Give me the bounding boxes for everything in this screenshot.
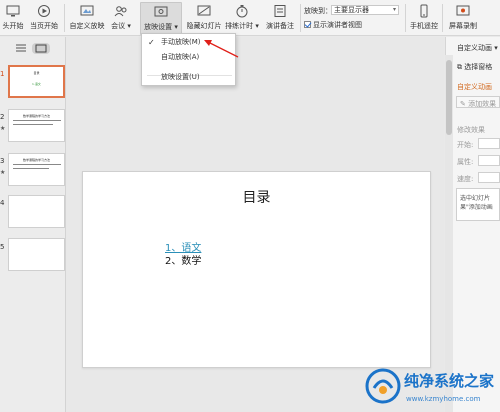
panel-header[interactable]: 自定义动画 ▾ [457,43,498,53]
hide-slide-button[interactable]: 隐藏幻灯片 [184,2,224,35]
slide-thumbnail-1[interactable]: 目录 1.语文 [8,65,65,98]
meeting-icon [114,6,127,17]
chevron-down-icon: ▾ [174,23,178,31]
slide-thumbnail-5[interactable] [8,238,65,271]
ribbon-separator [442,4,443,32]
hide-slide-icon [197,5,211,16]
monitor-icon [6,5,20,17]
ribbon-separator [64,4,65,32]
slide-thumbnail-3[interactable]: 数学课程的学习方法 [8,153,65,186]
phone-icon [420,4,428,18]
select-pane-icon: ⧉ [457,63,462,71]
slideshow-settings-button[interactable]: 放映设置 ▾ [140,2,182,35]
scrollbar-thumb[interactable] [446,60,452,135]
speaker-notes-button[interactable]: 演讲备注 [262,2,298,35]
slide-thumbnail-2[interactable]: 数学课程的学习方法 [8,109,65,142]
chevron-down-icon: ▾ [127,22,131,30]
custom-animation-heading: 自定义动画 [457,83,492,91]
slideshow-settings-icon [154,6,168,17]
watermark: 纯净系统之家 www.kzmyhome.com [360,364,500,412]
chevron-down-icon: ▾ [392,6,396,13]
phone-remote-button[interactable]: 手机遥控 [408,2,440,35]
show-settings-menu-item[interactable]: 放映设置(U) [142,71,235,84]
presenter-view-checkbox[interactable]: 显示演讲者视图 [304,20,362,30]
play-icon [38,5,50,17]
animation-star-icon: ★ [0,169,6,176]
vertical-scrollbar[interactable] [445,55,453,412]
current-slide[interactable]: 目录 1、语文 2、数学 [82,171,431,368]
checkbox-checked-icon [304,21,311,28]
pen-icon: ✎ [460,100,466,108]
ribbon-separator [300,4,301,32]
screen-record-button[interactable]: 屏幕录制 [446,2,480,35]
custom-show-button[interactable]: 自定义放映 [68,2,106,35]
slide-thumbnail-panel: 1 目录 1.语文 2 ★ 数学课程的学习方法 3 ★ 数学课程的学习方法 4 … [0,37,66,412]
slide-title[interactable]: 目录 [83,187,430,207]
chevron-down-icon: ▾ [494,44,498,52]
ribbon-separator [405,4,406,32]
property-select[interactable] [478,155,500,166]
outline-view-icon[interactable] [14,43,28,54]
play-from-start-button[interactable]: 头开始 [0,2,26,35]
play-from-current-button[interactable]: 当页开始 [28,2,60,35]
rehearse-timings-button[interactable]: 排练计时 ▾ [224,2,260,35]
ribbon-toolbar: 头开始 当页开始 自定义放映 会议 ▾ 放映设置 ▾ 隐藏幻灯片 排练计时 ▾ … [0,0,500,36]
slide-editor-canvas: 目录 1、语文 2、数学 [66,37,444,412]
start-select[interactable] [478,138,500,149]
screen-record-icon [456,5,470,16]
slide-view-tab[interactable] [32,43,50,54]
auto-show-menu-item[interactable]: 自动放映(A) [142,51,235,64]
notes-icon [274,5,286,17]
slideshow-settings-dropdown: ✓ 手动放映(M) 自动放映(A) 放映设置(U) [141,33,236,86]
chevron-down-icon: ▾ [255,22,259,30]
checkmark-icon: ✓ [148,38,155,47]
add-effect-button[interactable]: ✎ 添加效果 [456,96,500,108]
manual-show-menu-item[interactable]: ✓ 手动放映(M) [142,36,235,49]
timer-icon [236,5,248,18]
animation-star-icon: ★ [0,125,6,132]
slide-view-icon [35,44,47,53]
meeting-button[interactable]: 会议 ▾ [108,2,134,35]
speed-select[interactable] [478,172,500,183]
animation-list-box[interactable]: 选中幻灯片 果"添加动画 [456,188,500,221]
slide-thumbnail-4[interactable] [8,195,65,228]
play-to-select[interactable]: 主要显示器 ▾ [331,5,399,15]
watermark-logo-icon [365,368,401,404]
toc-item-math[interactable]: 2、数学 [165,252,201,267]
custom-animation-panel [445,37,500,412]
select-pane-button[interactable]: ⧉ 选择窗格 [457,62,492,72]
custom-show-icon [80,5,94,16]
